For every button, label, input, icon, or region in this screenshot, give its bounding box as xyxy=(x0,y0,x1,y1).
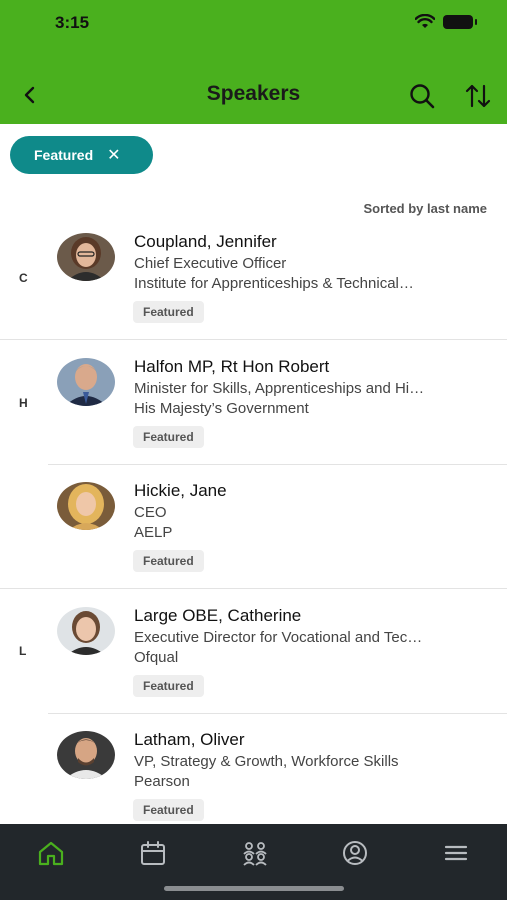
speaker-organization: Pearson xyxy=(134,773,190,790)
avatar xyxy=(57,358,115,406)
sort-button[interactable] xyxy=(464,82,492,110)
avatar xyxy=(57,731,115,779)
home-icon[interactable] xyxy=(37,840,65,866)
featured-badge: Featured xyxy=(133,799,204,821)
speaker-organization: His Majesty’s Government xyxy=(134,400,309,417)
wifi-icon xyxy=(415,14,435,28)
speaker-name: Large OBE, Catherine xyxy=(134,606,302,625)
app-header: 3:15 Speakers xyxy=(0,0,507,124)
featured-filter-chip[interactable]: Featured ✕ xyxy=(10,136,153,174)
battery-icon xyxy=(443,15,477,29)
close-icon[interactable]: ✕ xyxy=(107,145,120,165)
speaker-row[interactable]: Coupland, Jennifer Chief Executive Offic… xyxy=(0,228,507,348)
speaker-role: VP, Strategy & Growth, Workforce Skills xyxy=(134,753,399,770)
speaker-organization: Institute for Apprenticeships & Technica… xyxy=(134,275,414,292)
speaker-row[interactable]: Large OBE, Catherine Executive Director … xyxy=(0,602,507,722)
filter-chip-label: Featured xyxy=(34,147,94,163)
speaker-name: Halfon MP, Rt Hon Robert xyxy=(134,357,330,376)
speaker-role: Minister for Skills, Apprenticeships and… xyxy=(134,380,425,397)
speaker-role: Chief Executive Officer xyxy=(134,255,287,272)
menu-icon[interactable] xyxy=(442,840,470,866)
speaker-organization: Ofqual xyxy=(134,649,179,666)
featured-badge: Featured xyxy=(133,426,204,448)
speaker-name: Hickie, Jane xyxy=(134,481,227,500)
status-time: 3:15 xyxy=(55,13,90,32)
speaker-role: CEO xyxy=(134,504,167,521)
speaker-organization: AELP xyxy=(134,524,173,541)
avatar xyxy=(57,233,115,281)
featured-badge: Featured xyxy=(133,301,204,323)
featured-badge: Featured xyxy=(133,675,204,697)
home-indicator xyxy=(164,886,344,891)
speaker-row[interactable]: Hickie, Jane CEO AELP Featured xyxy=(0,477,507,597)
avatar xyxy=(57,607,115,655)
featured-badge: Featured xyxy=(133,550,204,572)
profile-icon[interactable] xyxy=(341,840,369,866)
speaker-name: Coupland, Jennifer xyxy=(134,232,277,251)
sort-note: Sorted by last name xyxy=(363,201,487,216)
avatar xyxy=(57,482,115,530)
speaker-row[interactable]: Halfon MP, Rt Hon Robert Minister for Sk… xyxy=(0,353,507,473)
speaker-name: Latham, Oliver xyxy=(134,730,245,749)
search-button[interactable] xyxy=(408,82,436,110)
calendar-icon[interactable] xyxy=(139,840,167,866)
status-icons xyxy=(415,14,477,30)
speaker-role: Executive Director for Vocational and Te… xyxy=(134,629,423,646)
people-icon[interactable] xyxy=(241,840,269,866)
